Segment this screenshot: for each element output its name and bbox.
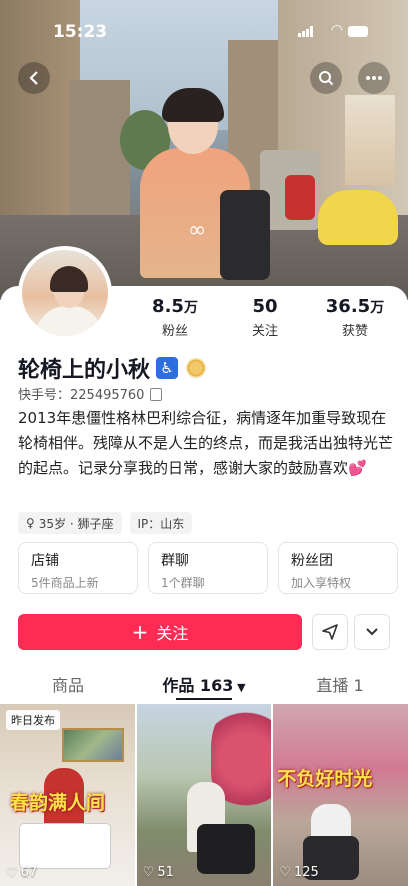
stat-label: 粉丝 [161,324,188,339]
fan-club-box[interactable]: 粉丝团 加入享特权 [278,542,398,594]
new-post-badge: 昨日发布 [6,710,60,730]
cover-yellow-scooter [318,190,398,245]
work-item[interactable]: 不负好时光 ♡ 125 [273,704,408,886]
thumbnail-caption: 不负好时光 [277,768,373,790]
shop-box[interactable]: 店铺 5件商品上新 [18,542,138,594]
box-title: 粉丝团 [291,553,333,569]
more-button[interactable] [358,62,390,94]
caret-down-icon: ▼ [233,681,246,694]
level-badge-icon[interactable] [186,358,207,378]
work-item[interactable]: 昨日发布 春韵满人间 ♡ 67 [0,704,135,886]
cover-red-scooter [285,175,315,220]
chevron-left-icon [29,71,38,85]
tab-label: 直播 1 [316,676,364,695]
female-icon: ♀ [26,516,35,530]
thumbnail-wheelchair [196,824,255,874]
box-subtitle: 加入享特权 [291,576,352,590]
tag-text: 35岁 · 狮子座 [38,516,114,531]
follow-label: 关注 [156,624,189,643]
nickname-text: 轮椅上的小秋 [18,358,151,383]
follow-button[interactable]: + 关注 [18,614,302,650]
work-item[interactable]: ♡ 51 [136,704,272,886]
like-count: ♡ 67 [6,865,37,880]
thumbnail-caption: 春韵满人间 [10,792,106,814]
back-button[interactable] [18,62,50,94]
profile-nickname: 轮椅上的小秋 ♿ [18,352,207,384]
heart-outline-icon: ♡ [142,865,155,880]
box-subtitle: 1个群聊 [161,576,205,590]
wifi-icon: ◠ [330,22,343,38]
stat-label: 关注 [251,324,278,339]
tab-products[interactable]: 商品 [0,672,136,702]
tab-label: 商品 [51,676,84,695]
group-chat-box[interactable]: 群聊 1个群聊 [148,542,268,594]
active-tab-indicator [176,698,232,700]
stat-unit: 万 [183,300,198,316]
like-count: ♡ 125 [279,865,318,880]
more-dots-icon [366,76,382,80]
thumbnail-painting [62,728,124,762]
battery-icon [348,26,368,37]
box-title: 群聊 [161,553,189,569]
bio-text: 2013年患僵性格林巴利综合征，病情逐年加重导致现在轮椅相伴。残障从不是人生的终… [18,409,394,477]
signal-icon [298,26,314,37]
loop-icon: ∞ [188,218,207,243]
stat-number: 36.5 [325,296,371,317]
thumbnail-piano [20,824,110,868]
send-icon [322,624,338,640]
search-icon [319,71,334,86]
box-title: 店铺 [31,553,59,569]
like-count-text: 125 [294,865,319,880]
tab-live[interactable]: 直播 1 [272,672,408,702]
stat-label: 获赞 [341,324,368,339]
stat-following[interactable]: 50 关注 [220,296,310,339]
profile-stats: 8.5万 粉丝 50 关注 36.5万 获赞 [130,296,400,339]
profile-bio: 2013年患僵性格林巴利综合征，病情逐年加重导致现在轮椅相伴。残障从不是人生的终… [18,406,398,481]
tag-ip: IP：山东 [129,512,193,534]
profile-tags: ♀ 35岁 · 狮子座 IP：山东 [18,512,193,534]
chevron-down-icon [366,628,378,636]
like-count-text: 67 [20,865,38,880]
copy-icon[interactable] [150,388,163,401]
stat-followers[interactable]: 8.5万 粉丝 [130,296,220,339]
search-button[interactable] [310,62,342,94]
send-message-button[interactable] [312,614,348,650]
heart-outline-icon: ♡ [279,865,291,880]
stat-number: 8.5 [152,296,184,317]
plus-icon: + [131,620,149,644]
cover-building-left-2 [70,80,130,230]
stat-number: 50 [252,296,278,317]
wheelchair-icon: ♿ [156,357,179,379]
expand-button[interactable] [354,614,390,650]
status-bar: 15:23 ◠ [0,0,408,48]
works-grid: 昨日发布 春韵满人间 ♡ 67 ♡ 51 不负好时光 ♡ 125 [0,704,408,886]
box-subtitle: 5件商品上新 [31,576,99,590]
tab-label: 作品 163 [162,676,234,695]
heart-outline-icon: ♡ [6,865,18,880]
stat-likes[interactable]: 36.5万 获赞 [310,296,400,339]
cover-wheelchair [220,190,270,280]
avatar[interactable] [18,246,112,340]
stat-unit: 万 [370,300,385,316]
like-count: ♡ 51 [143,865,174,880]
tag-age: ♀ 35岁 · 狮子座 [18,512,122,534]
status-time: 15:23 [53,22,108,42]
like-count-text: 51 [157,865,174,880]
bio-emoji: 💕 [348,459,367,477]
cover-mural [345,95,395,185]
profile-feature-boxes: 店铺 5件商品上新 群聊 1个群聊 粉丝团 加入享特权 [18,542,398,594]
user-id-text: 快手号：225495760 [18,388,145,403]
user-id[interactable]: 快手号：225495760 [18,384,163,403]
tag-text: IP：山东 [137,516,185,531]
